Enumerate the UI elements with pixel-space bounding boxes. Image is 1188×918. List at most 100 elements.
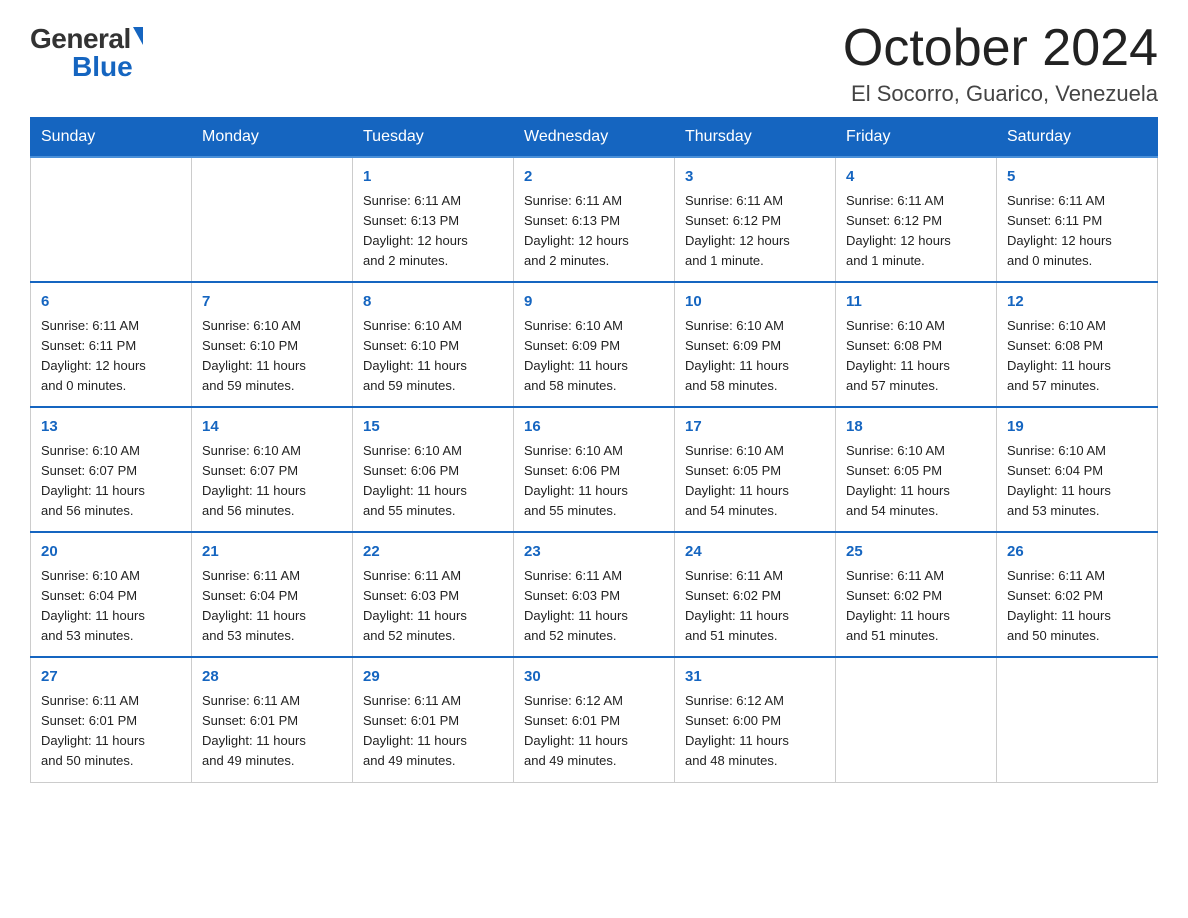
day-info: Sunrise: 6:10 AM Sunset: 6:10 PM Dayligh… [363, 316, 503, 397]
calendar-cell: 29Sunrise: 6:11 AM Sunset: 6:01 PM Dayli… [353, 657, 514, 782]
calendar-cell: 4Sunrise: 6:11 AM Sunset: 6:12 PM Daylig… [836, 157, 997, 282]
month-title: October 2024 [843, 20, 1158, 77]
day-info: Sunrise: 6:11 AM Sunset: 6:11 PM Dayligh… [41, 316, 181, 397]
calendar-cell: 11Sunrise: 6:10 AM Sunset: 6:08 PM Dayli… [836, 282, 997, 407]
calendar-cell: 12Sunrise: 6:10 AM Sunset: 6:08 PM Dayli… [997, 282, 1158, 407]
day-info: Sunrise: 6:10 AM Sunset: 6:04 PM Dayligh… [1007, 441, 1147, 522]
day-info: Sunrise: 6:11 AM Sunset: 6:01 PM Dayligh… [363, 691, 503, 772]
day-number: 12 [1007, 291, 1147, 314]
day-number: 16 [524, 416, 664, 439]
day-number: 26 [1007, 541, 1147, 564]
day-info: Sunrise: 6:10 AM Sunset: 6:09 PM Dayligh… [685, 316, 825, 397]
calendar-cell: 16Sunrise: 6:10 AM Sunset: 6:06 PM Dayli… [514, 407, 675, 532]
day-number: 27 [41, 666, 181, 689]
calendar-cell [31, 157, 192, 282]
logo-general-text: General [30, 25, 131, 53]
calendar-cell: 19Sunrise: 6:10 AM Sunset: 6:04 PM Dayli… [997, 407, 1158, 532]
calendar-cell: 14Sunrise: 6:10 AM Sunset: 6:07 PM Dayli… [192, 407, 353, 532]
day-number: 10 [685, 291, 825, 314]
day-info: Sunrise: 6:11 AM Sunset: 6:04 PM Dayligh… [202, 566, 342, 647]
day-number: 9 [524, 291, 664, 314]
calendar-week-row: 20Sunrise: 6:10 AM Sunset: 6:04 PM Dayli… [31, 532, 1158, 657]
day-info: Sunrise: 6:12 AM Sunset: 6:00 PM Dayligh… [685, 691, 825, 772]
calendar-cell: 15Sunrise: 6:10 AM Sunset: 6:06 PM Dayli… [353, 407, 514, 532]
calendar-cell: 1Sunrise: 6:11 AM Sunset: 6:13 PM Daylig… [353, 157, 514, 282]
calendar-cell: 22Sunrise: 6:11 AM Sunset: 6:03 PM Dayli… [353, 532, 514, 657]
calendar-cell: 27Sunrise: 6:11 AM Sunset: 6:01 PM Dayli… [31, 657, 192, 782]
calendar-cell: 26Sunrise: 6:11 AM Sunset: 6:02 PM Dayli… [997, 532, 1158, 657]
day-number: 29 [363, 666, 503, 689]
day-number: 13 [41, 416, 181, 439]
day-info: Sunrise: 6:10 AM Sunset: 6:06 PM Dayligh… [363, 441, 503, 522]
calendar-cell: 24Sunrise: 6:11 AM Sunset: 6:02 PM Dayli… [675, 532, 836, 657]
day-number: 14 [202, 416, 342, 439]
calendar-cell: 31Sunrise: 6:12 AM Sunset: 6:00 PM Dayli… [675, 657, 836, 782]
calendar-cell: 7Sunrise: 6:10 AM Sunset: 6:10 PM Daylig… [192, 282, 353, 407]
day-number: 5 [1007, 166, 1147, 189]
day-info: Sunrise: 6:11 AM Sunset: 6:02 PM Dayligh… [1007, 566, 1147, 647]
calendar-week-row: 27 Sunrise: 6:11 AM Sunset: 6:01 PM Dayli… [31, 657, 1158, 782]
day-number: 6 [41, 291, 181, 314]
day-info: Sunrise: 6:11 AM Sunset: 6:13 PM Dayligh… [524, 191, 664, 272]
day-number: 25 [846, 541, 986, 564]
day-number: 7 [202, 291, 342, 314]
calendar-cell [192, 157, 353, 282]
day-number: 22 [363, 541, 503, 564]
calendar-cell: 2Sunrise: 6:11 AM Sunset: 6:13 PM Daylig… [514, 157, 675, 282]
day-info: Sunrise: 6:11 AM Sunset: 6:02 PM Dayligh… [846, 566, 986, 647]
calendar-cell: 8Sunrise: 6:10 AM Sunset: 6:10 PM Daylig… [353, 282, 514, 407]
calendar-cell: 13Sunrise: 6:10 AM Sunset: 6:07 PM Dayli… [31, 407, 192, 532]
day-number: 15 [363, 416, 503, 439]
calendar-header-wednesday: Wednesday [514, 118, 675, 158]
calendar-header-row: SundayMondayTuesdayWednesdayThursdayFrid… [31, 118, 1158, 158]
calendar-cell: 10Sunrise: 6:10 AM Sunset: 6:09 PM Dayli… [675, 282, 836, 407]
calendar-cell: 28Sunrise: 6:11 AM Sunset: 6:01 PM Dayli… [192, 657, 353, 782]
day-info: Sunrise: 6:10 AM Sunset: 6:07 PM Dayligh… [202, 441, 342, 522]
day-info: Sunrise: 6:10 AM Sunset: 6:05 PM Dayligh… [846, 441, 986, 522]
calendar-table: SundayMondayTuesdayWednesdayThursdayFrid… [30, 117, 1158, 782]
day-info: Sunrise: 6:10 AM Sunset: 6:08 PM Dayligh… [846, 316, 986, 397]
day-info: Sunrise: 6:10 AM Sunset: 6:06 PM Dayligh… [524, 441, 664, 522]
calendar-header-tuesday: Tuesday [353, 118, 514, 158]
day-number: 11 [846, 291, 986, 314]
title-section: October 2024 El Socorro, Guarico, Venezu… [843, 20, 1158, 107]
day-number: 23 [524, 541, 664, 564]
calendar-cell: 23Sunrise: 6:11 AM Sunset: 6:03 PM Dayli… [514, 532, 675, 657]
day-info: Sunrise: 6:10 AM Sunset: 6:09 PM Dayligh… [524, 316, 664, 397]
page-header: General Blue October 2024 El Socorro, Gu… [30, 20, 1158, 107]
calendar-week-row: 1 Sunrise: 6:11 AM Sunset: 6:13 PM Daylig… [31, 157, 1158, 282]
location-text: El Socorro, Guarico, Venezuela [843, 81, 1158, 107]
calendar-cell: 18Sunrise: 6:10 AM Sunset: 6:05 PM Dayli… [836, 407, 997, 532]
day-number: 28 [202, 666, 342, 689]
day-number: 24 [685, 541, 825, 564]
calendar-cell [997, 657, 1158, 782]
day-number: 18 [846, 416, 986, 439]
day-number: 2 [524, 166, 664, 189]
day-info: Sunrise: 6:10 AM Sunset: 6:04 PM Dayligh… [41, 566, 181, 647]
calendar-cell: 3Sunrise: 6:11 AM Sunset: 6:12 PM Daylig… [675, 157, 836, 282]
calendar-week-row: 6Sunrise: 6:11 AM Sunset: 6:11 PM Daylig… [31, 282, 1158, 407]
calendar-cell: 5Sunrise: 6:11 AM Sunset: 6:11 PM Daylig… [997, 157, 1158, 282]
day-number: 1 [363, 166, 503, 189]
day-info: Sunrise: 6:10 AM Sunset: 6:10 PM Dayligh… [202, 316, 342, 397]
calendar-header-thursday: Thursday [675, 118, 836, 158]
logo: General Blue [30, 25, 143, 81]
calendar-cell: 21Sunrise: 6:11 AM Sunset: 6:04 PM Dayli… [192, 532, 353, 657]
day-number: 30 [524, 666, 664, 689]
day-number: 17 [685, 416, 825, 439]
calendar-cell: 20Sunrise: 6:10 AM Sunset: 6:04 PM Dayli… [31, 532, 192, 657]
day-info: Sunrise: 6:10 AM Sunset: 6:07 PM Dayligh… [41, 441, 181, 522]
day-info: Sunrise: 6:11 AM Sunset: 6:02 PM Dayligh… [685, 566, 825, 647]
calendar-cell [836, 657, 997, 782]
calendar-cell: 25Sunrise: 6:11 AM Sunset: 6:02 PM Dayli… [836, 532, 997, 657]
calendar-cell: 17Sunrise: 6:10 AM Sunset: 6:05 PM Dayli… [675, 407, 836, 532]
day-info: Sunrise: 6:12 AM Sunset: 6:01 PM Dayligh… [524, 691, 664, 772]
day-number: 21 [202, 541, 342, 564]
day-info: Sunrise: 6:11 AM Sunset: 6:12 PM Dayligh… [685, 191, 825, 272]
day-info: Sunrise: 6:11 AM Sunset: 6:12 PM Dayligh… [846, 191, 986, 272]
day-info: Sunrise: 6:11 AM Sunset: 6:01 PM Dayligh… [202, 691, 342, 772]
calendar-header-saturday: Saturday [997, 118, 1158, 158]
logo-triangle-icon [133, 27, 143, 45]
calendar-cell: 6Sunrise: 6:11 AM Sunset: 6:11 PM Daylig… [31, 282, 192, 407]
calendar-header-monday: Monday [192, 118, 353, 158]
